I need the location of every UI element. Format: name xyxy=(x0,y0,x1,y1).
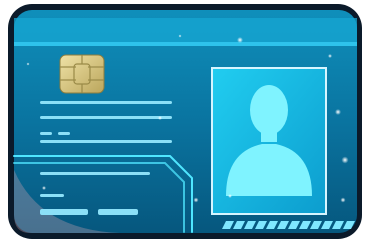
text-line xyxy=(58,132,70,135)
text-line xyxy=(40,132,52,135)
text-line xyxy=(98,209,138,215)
text-line xyxy=(40,209,88,215)
text-line xyxy=(40,101,172,104)
text-line xyxy=(40,194,64,197)
header-band xyxy=(14,18,357,46)
header-band-edge xyxy=(14,42,357,46)
chip-icon xyxy=(59,54,105,94)
id-card-scene xyxy=(0,0,367,241)
id-card-illustration xyxy=(8,4,362,239)
text-line xyxy=(40,140,172,143)
text-line xyxy=(40,172,150,175)
text-line xyxy=(40,116,172,119)
